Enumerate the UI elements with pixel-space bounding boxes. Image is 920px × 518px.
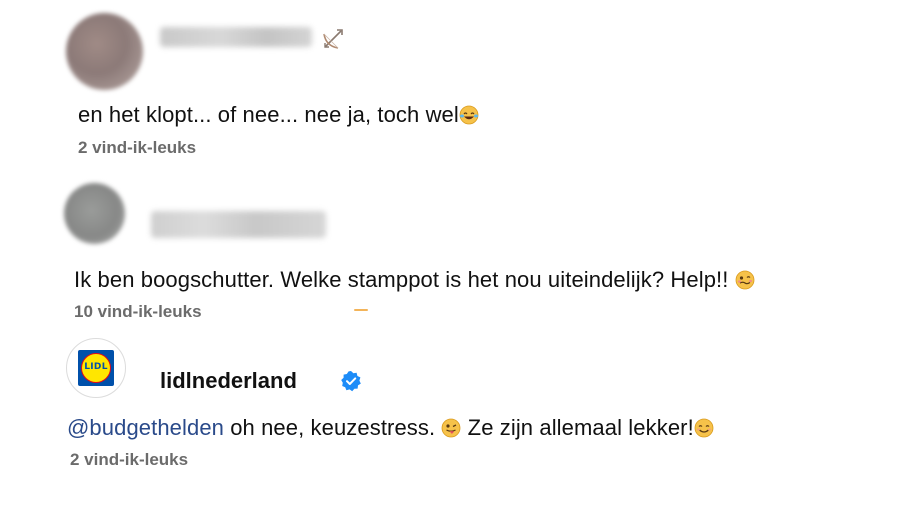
likes-count[interactable]: 2 vind-ik-leuks bbox=[70, 450, 188, 470]
decorative-stroke bbox=[354, 309, 368, 311]
winking-tongue-emoji-icon bbox=[442, 418, 461, 438]
username[interactable]: lidlnederland bbox=[160, 368, 297, 394]
smiling-face-emoji-icon bbox=[694, 418, 714, 438]
avatar[interactable] bbox=[64, 183, 125, 244]
username-blurred[interactable] bbox=[160, 27, 312, 47]
mention-link[interactable]: @budgethelden bbox=[67, 415, 224, 440]
lidl-logo: LIDL bbox=[78, 350, 114, 386]
bow-and-arrow-icon bbox=[323, 29, 343, 49]
woozy-face-emoji-icon bbox=[735, 270, 755, 290]
comment-text: en het klopt... of nee... nee ja, toch w… bbox=[78, 102, 479, 128]
username-blurred[interactable] bbox=[151, 211, 326, 238]
comment-text: Ik ben boogschutter. Welke stamppot is h… bbox=[74, 267, 755, 293]
lidl-avatar[interactable]: LIDL bbox=[66, 338, 126, 398]
likes-count[interactable]: 10 vind-ik-leuks bbox=[74, 302, 202, 322]
lidl-logo-text: LIDL bbox=[84, 362, 108, 372]
tears-of-joy-emoji-icon bbox=[459, 105, 479, 125]
comment-text: @budgethelden oh nee, keuzestress. Ze zi… bbox=[67, 415, 714, 441]
verified-badge-icon bbox=[341, 371, 361, 392]
likes-count[interactable]: 2 vind-ik-leuks bbox=[78, 138, 196, 158]
avatar[interactable] bbox=[66, 13, 143, 90]
